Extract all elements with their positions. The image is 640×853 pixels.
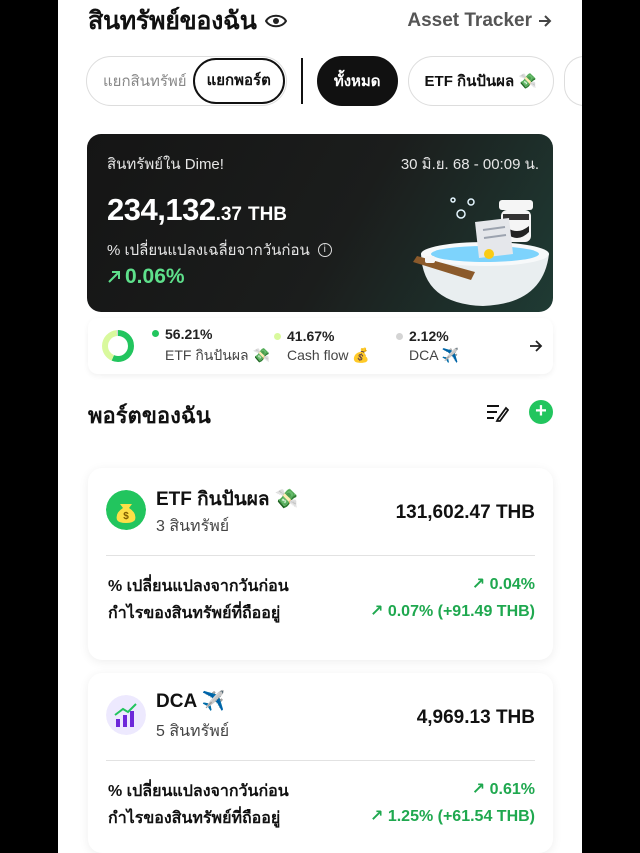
balance-amount-decimal: .37 xyxy=(215,204,242,225)
allocation-item-etf: 56.21% ETF กินปันผล 💸 xyxy=(152,326,274,367)
balance-amount-integer: 234,132 xyxy=(107,192,216,227)
portfolio-name: ETF กินปันผล 💸 xyxy=(156,489,299,510)
allocation-pct: 56.21% xyxy=(165,325,213,342)
allocation-strip[interactable]: 56.21% ETF กินปันผล 💸 41.67% Cash flow 💰… xyxy=(88,318,553,374)
profit-value: ↗ 1.25% (+61.54 THB) xyxy=(369,808,535,825)
profit-label: กำไรของสินทรัพย์ที่ถืออยู่ xyxy=(108,605,281,622)
balance-change-label: % เปลี่ยนแปลงเฉลี่ยจากวันก่อน xyxy=(107,242,310,259)
allocation-name: ETF กินปันผล 💸 xyxy=(165,346,270,363)
allocation-pct: 41.67% xyxy=(287,328,335,344)
balance-change-value: 0.06% xyxy=(107,265,185,289)
balance-change-caption: % เปลี่ยนแปลงเฉลี่ยจากวันก่อน i xyxy=(107,238,332,262)
arrow-right-icon xyxy=(539,15,552,27)
portfolio-value: 131,602.47 THB xyxy=(395,502,535,523)
money-bag-icon: $ xyxy=(106,490,146,530)
eye-icon[interactable] xyxy=(264,13,287,29)
portfolio-name: DCA ✈️ xyxy=(156,691,226,712)
portfolio-value: 4,969.13 THB xyxy=(416,707,535,728)
allocation-pct-row: 41.67% xyxy=(274,328,396,344)
segment-by-asset[interactable]: แยกสินทรัพย์ xyxy=(97,69,193,93)
portfolio-daily-change-row: % เปลี่ยนแปลงจากวันก่อน ↗ 0.04% xyxy=(108,574,535,599)
balance-card[interactable]: สินทรัพย์ใน Dime! 30 มิ.ย. 68 - 00:09 น.… xyxy=(87,134,553,312)
asset-tracker-link[interactable]: Asset Tracker xyxy=(407,10,552,32)
app-screen: สินทรัพย์ของฉัน Asset Tracker แยกสินทรัพ… xyxy=(58,0,582,853)
allocation-dot xyxy=(274,332,281,340)
balance-amount: 234,132 .37 THB xyxy=(107,192,287,228)
allocation-donut-chart xyxy=(102,330,134,362)
daily-change-value: ↗ 0.04% xyxy=(471,576,535,593)
portfolio-section-title: พอร์ตของฉัน xyxy=(88,403,211,428)
title-wrap: สินทรัพย์ของฉัน xyxy=(88,1,287,41)
allocation-pct-row: 2.12% xyxy=(396,328,518,344)
portfolio-divider xyxy=(106,760,535,761)
portfolio-card-dca[interactable]: DCA ✈️ 5 สินทรัพย์ 4,969.13 THB % เปลี่ย… xyxy=(88,673,553,853)
allocation-pct: 2.12% xyxy=(409,328,449,344)
allocation-pct-row: 56.21% xyxy=(152,326,274,342)
allocation-name: Cash flow 💰 xyxy=(287,347,370,363)
chip-all[interactable]: ทั้งหมด xyxy=(316,56,398,106)
portfolio-profit-row: กำไรของสินทรัพย์ที่ถืออยู่ ↗ 0.07% (+91.… xyxy=(108,601,535,626)
allocation-dot xyxy=(152,330,159,337)
segment-by-portfolio[interactable]: แยกพอร์ต xyxy=(192,58,285,104)
balance-label: สินทรัพย์ใน Dime! xyxy=(107,156,224,173)
chip-etf-dividend[interactable]: ETF กินปันผล 💸 xyxy=(407,56,554,106)
portfolio-asset-count: 5 สินทรัพย์ xyxy=(156,723,230,740)
allocation-dot xyxy=(396,332,403,340)
balance-currency: THB xyxy=(247,204,288,225)
allocation-item-cashflow: 41.67% Cash flow 💰 xyxy=(274,328,396,364)
allocation-item-dca: 2.12% DCA ✈️ xyxy=(396,328,518,364)
profit-value: ↗ 0.07% (+91.49 THB) xyxy=(369,603,535,620)
trend-up-icon xyxy=(108,271,120,283)
daily-change-label: % เปลี่ยนแปลงจากวันก่อน xyxy=(108,578,289,595)
portfolio-card-etf[interactable]: $ ETF กินปันผล 💸 3 สินทรัพย์ 131,602.47 … xyxy=(88,468,553,660)
daily-change-label: % เปลี่ยนแปลงจากวันก่อน xyxy=(108,783,289,800)
portfolio-daily-change-row: % เปลี่ยนแปลงจากวันก่อน ↗ 0.61% xyxy=(108,779,535,804)
profit-label: กำไรของสินทรัพย์ที่ถืออยู่ xyxy=(108,810,281,827)
allocation-name: DCA ✈️ xyxy=(409,347,460,363)
info-icon[interactable]: i xyxy=(317,243,332,257)
filter-row: แยกสินทรัพย์ แยกพอร์ต ทั้งหมด ETF กินปัน… xyxy=(86,55,582,107)
daily-change-value: ↗ 0.61% xyxy=(471,781,535,798)
arrow-right-icon[interactable] xyxy=(529,339,543,353)
svg-text:$: $ xyxy=(123,511,129,522)
page-title: สินทรัพย์ของฉัน xyxy=(88,7,257,35)
view-segmented-control: แยกสินทรัพย์ แยกพอร์ต xyxy=(86,56,287,106)
growth-chart-icon xyxy=(106,695,146,735)
bathtub-mascot-illustration xyxy=(413,197,549,306)
portfolio-divider xyxy=(106,555,535,556)
asset-tracker-label: Asset Tracker xyxy=(407,10,532,31)
filter-divider xyxy=(300,58,303,104)
add-portfolio-button[interactable]: + xyxy=(529,400,553,424)
portfolio-profit-row: กำไรของสินทรัพย์ที่ถืออยู่ ↗ 1.25% (+61.… xyxy=(108,806,535,831)
balance-timestamp: 30 มิ.ย. 68 - 00:09 น. xyxy=(400,156,539,173)
edit-list-icon[interactable] xyxy=(485,402,509,422)
header: สินทรัพย์ของฉัน Asset Tracker xyxy=(88,6,552,36)
balance-change-text: 0.06% xyxy=(125,265,185,288)
portfolio-asset-count: 3 สินทรัพย์ xyxy=(156,518,230,535)
chip-next-partial[interactable] xyxy=(563,56,582,106)
